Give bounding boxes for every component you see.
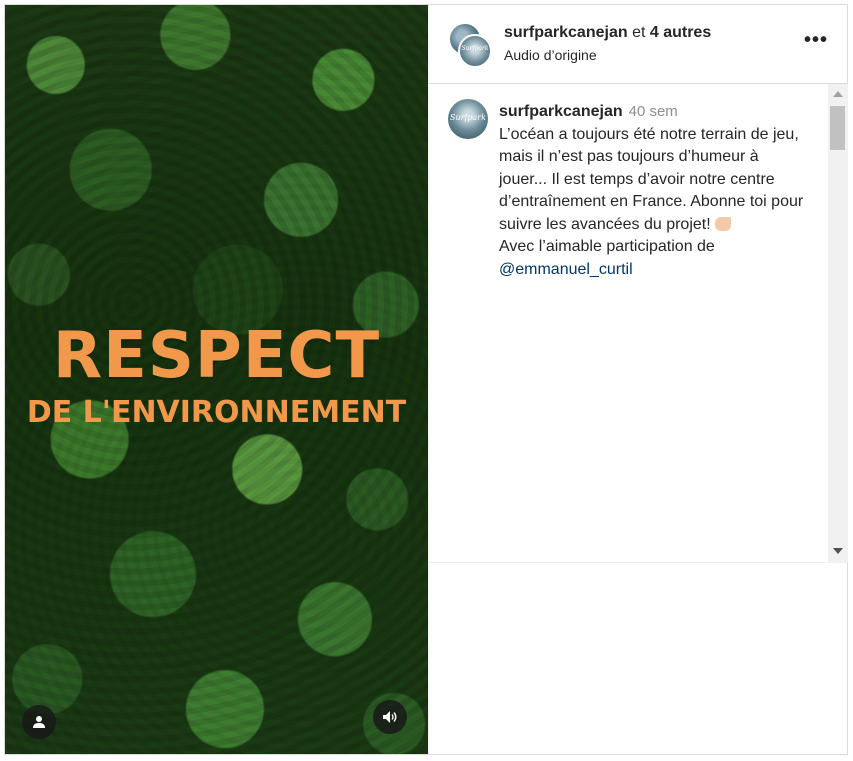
scroll-up-icon[interactable] bbox=[833, 91, 843, 97]
tagged-users-button[interactable] bbox=[22, 705, 56, 739]
author-username[interactable]: surfparkcanejan bbox=[504, 24, 628, 41]
caption-timestamp[interactable]: 40 sem bbox=[629, 103, 678, 120]
audio-link[interactable]: Audio d’origine bbox=[504, 47, 597, 63]
post-details-panel: Surfpark surfparkcanejan et 4 autres Aud… bbox=[428, 5, 848, 754]
audio-toggle-button[interactable] bbox=[373, 700, 407, 734]
avatar: Surfpark bbox=[458, 34, 492, 68]
mention-link[interactable]: @emmanuel_curtil bbox=[499, 261, 633, 278]
post-caption: surfparkcanejan 40 sem L’océan a toujours… bbox=[499, 101, 805, 281]
scrollbar-thumb[interactable] bbox=[830, 106, 845, 150]
author-connector: et bbox=[632, 24, 646, 41]
video-player[interactable]: RESPECT DE L'ENVIRONNEMENT bbox=[5, 5, 428, 754]
post-header: Surfpark surfparkcanejan et 4 autres Aud… bbox=[429, 5, 848, 84]
caption-credit: Avec l’aimable participation de bbox=[499, 238, 715, 255]
scrollbar[interactable] bbox=[828, 84, 848, 562]
comments-section: Surfpark surfparkcanejan 40 sem L’océan a… bbox=[429, 84, 848, 563]
avatar[interactable]: Surfpark bbox=[448, 99, 488, 139]
video-overlay-subtitle: DE L'ENVIRONNEMENT bbox=[26, 395, 407, 430]
caption-username[interactable]: surfparkcanejan bbox=[499, 103, 623, 120]
user-icon bbox=[33, 716, 45, 728]
post-dialog: RESPECT DE L'ENVIRONNEMENT Surfpark surf… bbox=[4, 4, 848, 755]
video-overlay-title: RESPECT bbox=[52, 319, 381, 393]
collab-avatars[interactable]: Surfpark bbox=[448, 22, 492, 68]
more-horizontal-icon: ••• bbox=[803, 29, 828, 51]
shaka-hand-emoji bbox=[714, 216, 731, 231]
other-authors-link[interactable]: 4 autres bbox=[650, 24, 711, 41]
caption-text: L’océan a toujours été notre terrain de … bbox=[499, 125, 804, 233]
scroll-down-icon[interactable] bbox=[833, 548, 843, 554]
post-author-line: surfparkcanejan et 4 autres bbox=[504, 24, 711, 42]
more-options-button[interactable]: ••• bbox=[804, 29, 828, 52]
speaker-icon bbox=[383, 711, 397, 723]
